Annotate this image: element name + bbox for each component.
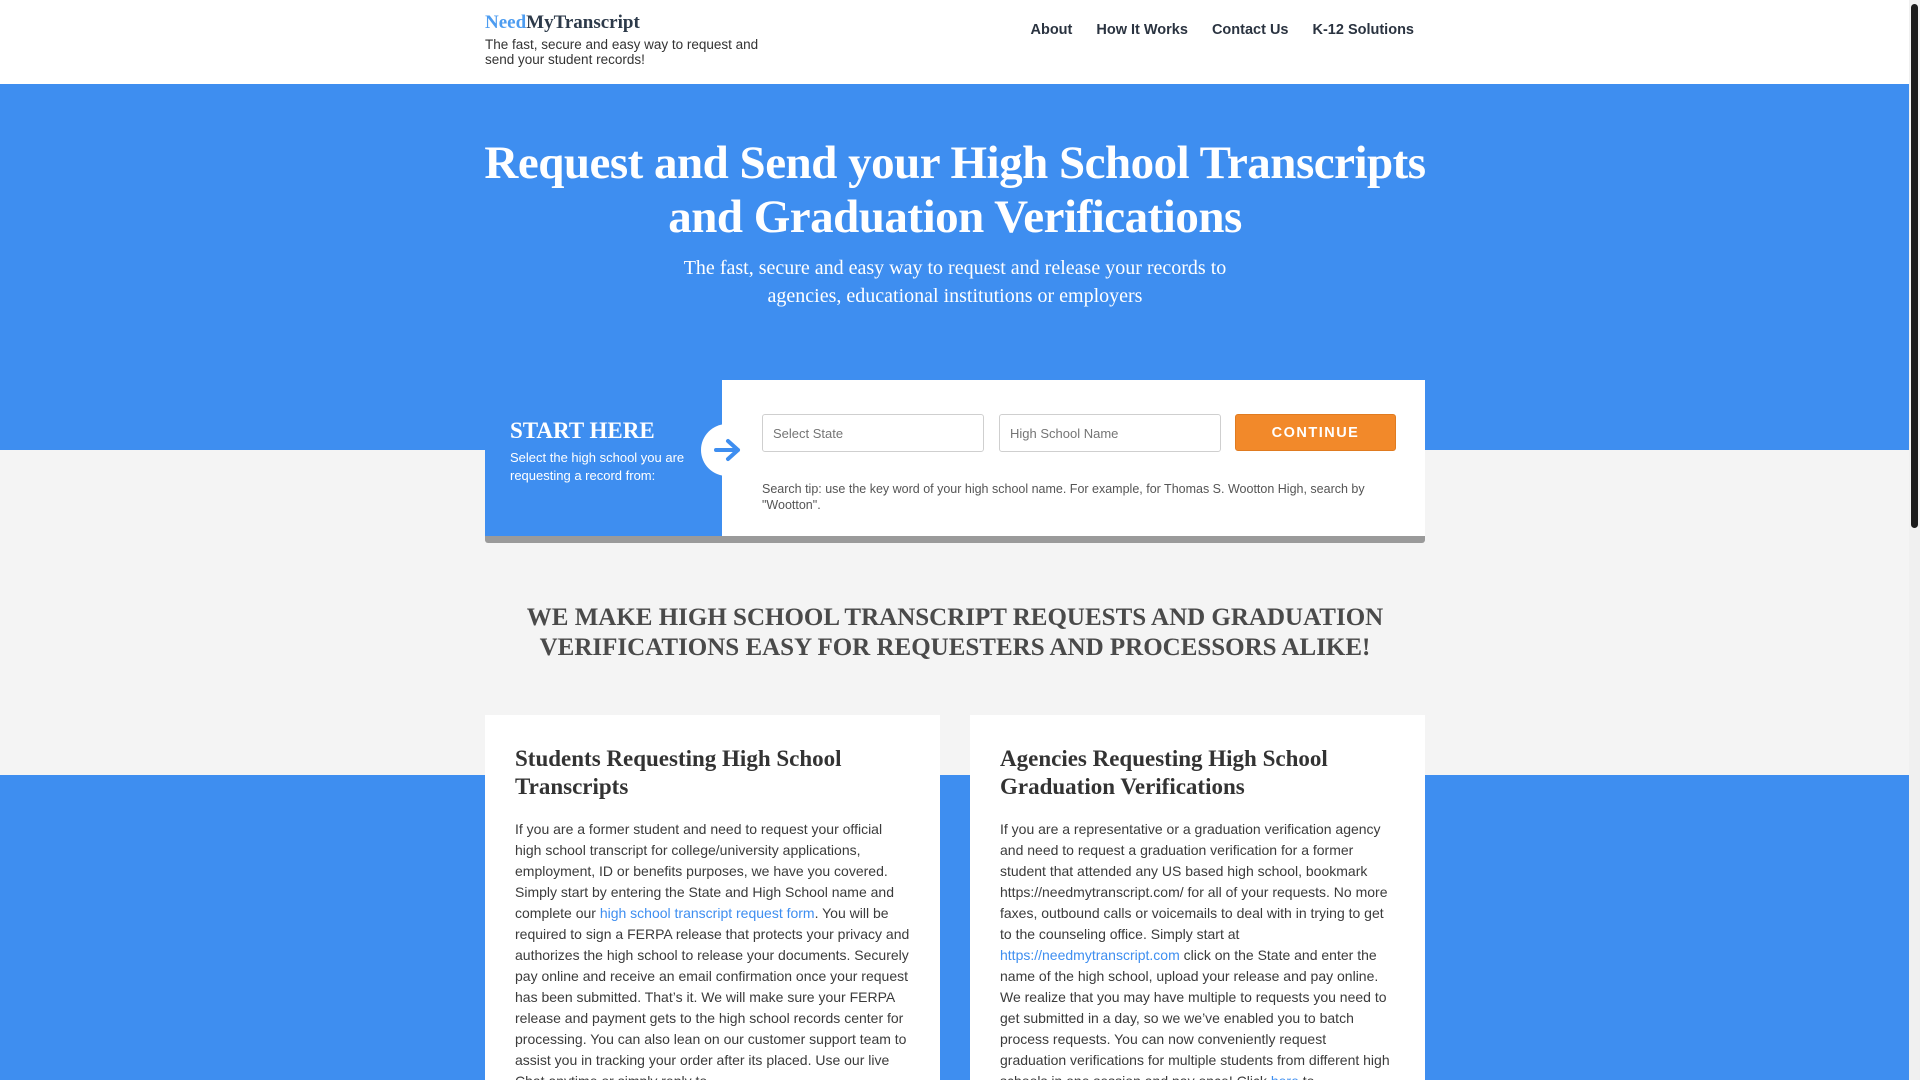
agencies-text-part1: If you are a representative or a graduat… <box>1000 821 1388 942</box>
lower-blue-band <box>0 775 1909 1080</box>
start-here-description: Select the high school you are requestin… <box>510 450 685 483</box>
students-card-title: Students Requesting High School Transcri… <box>515 746 842 799</box>
agencies-card-title: Agencies Requesting High School Graduati… <box>1000 746 1328 799</box>
state-select-input[interactable] <box>762 414 984 452</box>
header-tagline: The fast, secure and easy way to request… <box>485 37 759 67</box>
transcript-request-form-link[interactable]: high school transcript request form <box>600 905 815 921</box>
search-tip: Search tip: use the key word of your hig… <box>762 482 1365 512</box>
arrow-right-icon <box>701 424 753 476</box>
agencies-card: Agencies Requesting High School Graduati… <box>970 715 1425 1080</box>
hero-title: Request and Send your High School Transc… <box>484 137 1426 243</box>
hero-subtitle: The fast, secure and easy way to request… <box>683 257 1227 307</box>
start-here-panel: START HERE Select the high school you ar… <box>485 380 1425 543</box>
here-link[interactable]: here <box>1271 1073 1299 1080</box>
students-card-text: If you are a former student and need to … <box>515 819 910 1080</box>
page-scrollbar[interactable] <box>1909 0 1920 1080</box>
logo-part-need: Need <box>485 12 527 33</box>
students-card: Students Requesting High School Transcri… <box>485 715 940 1080</box>
nav-how-it-works[interactable]: How It Works <box>1096 22 1188 38</box>
needmytranscript-link[interactable]: https://needmytranscript.com <box>1000 947 1180 963</box>
main-nav: About How It Works Contact Us K-12 Solut… <box>1006 22 1414 38</box>
logo-part-mytranscript: MyTranscript <box>526 12 640 33</box>
start-here-label-panel: START HERE Select the high school you ar… <box>485 380 722 536</box>
high-school-name-input[interactable] <box>999 414 1221 452</box>
agencies-text-part2: click on the State and enter the name of… <box>1000 947 1390 1080</box>
nav-contact-us[interactable]: Contact Us <box>1212 22 1289 38</box>
section-headline: WE MAKE HIGH SCHOOL TRANSCRIPT REQUESTS … <box>526 604 1384 661</box>
continue-button[interactable]: CONTINUE <box>1235 414 1396 451</box>
scrollbar-thumb[interactable] <box>1911 4 1918 528</box>
start-here-title: START HERE <box>510 418 655 443</box>
agencies-text-part3: to <box>1299 1073 1315 1080</box>
students-text-part2: . You will be required to sign a FERPA r… <box>515 905 910 1080</box>
site-header: NeedMyTranscript The fast, secure and ea… <box>0 0 1909 85</box>
page: NeedMyTranscript The fast, secure and ea… <box>0 0 1909 1080</box>
nav-k12-solutions[interactable]: K-12 Solutions <box>1312 22 1414 38</box>
agencies-card-text: If you are a representative or a graduat… <box>1000 819 1395 1080</box>
nav-about[interactable]: About <box>1030 22 1072 38</box>
logo[interactable]: NeedMyTranscript <box>485 12 640 34</box>
